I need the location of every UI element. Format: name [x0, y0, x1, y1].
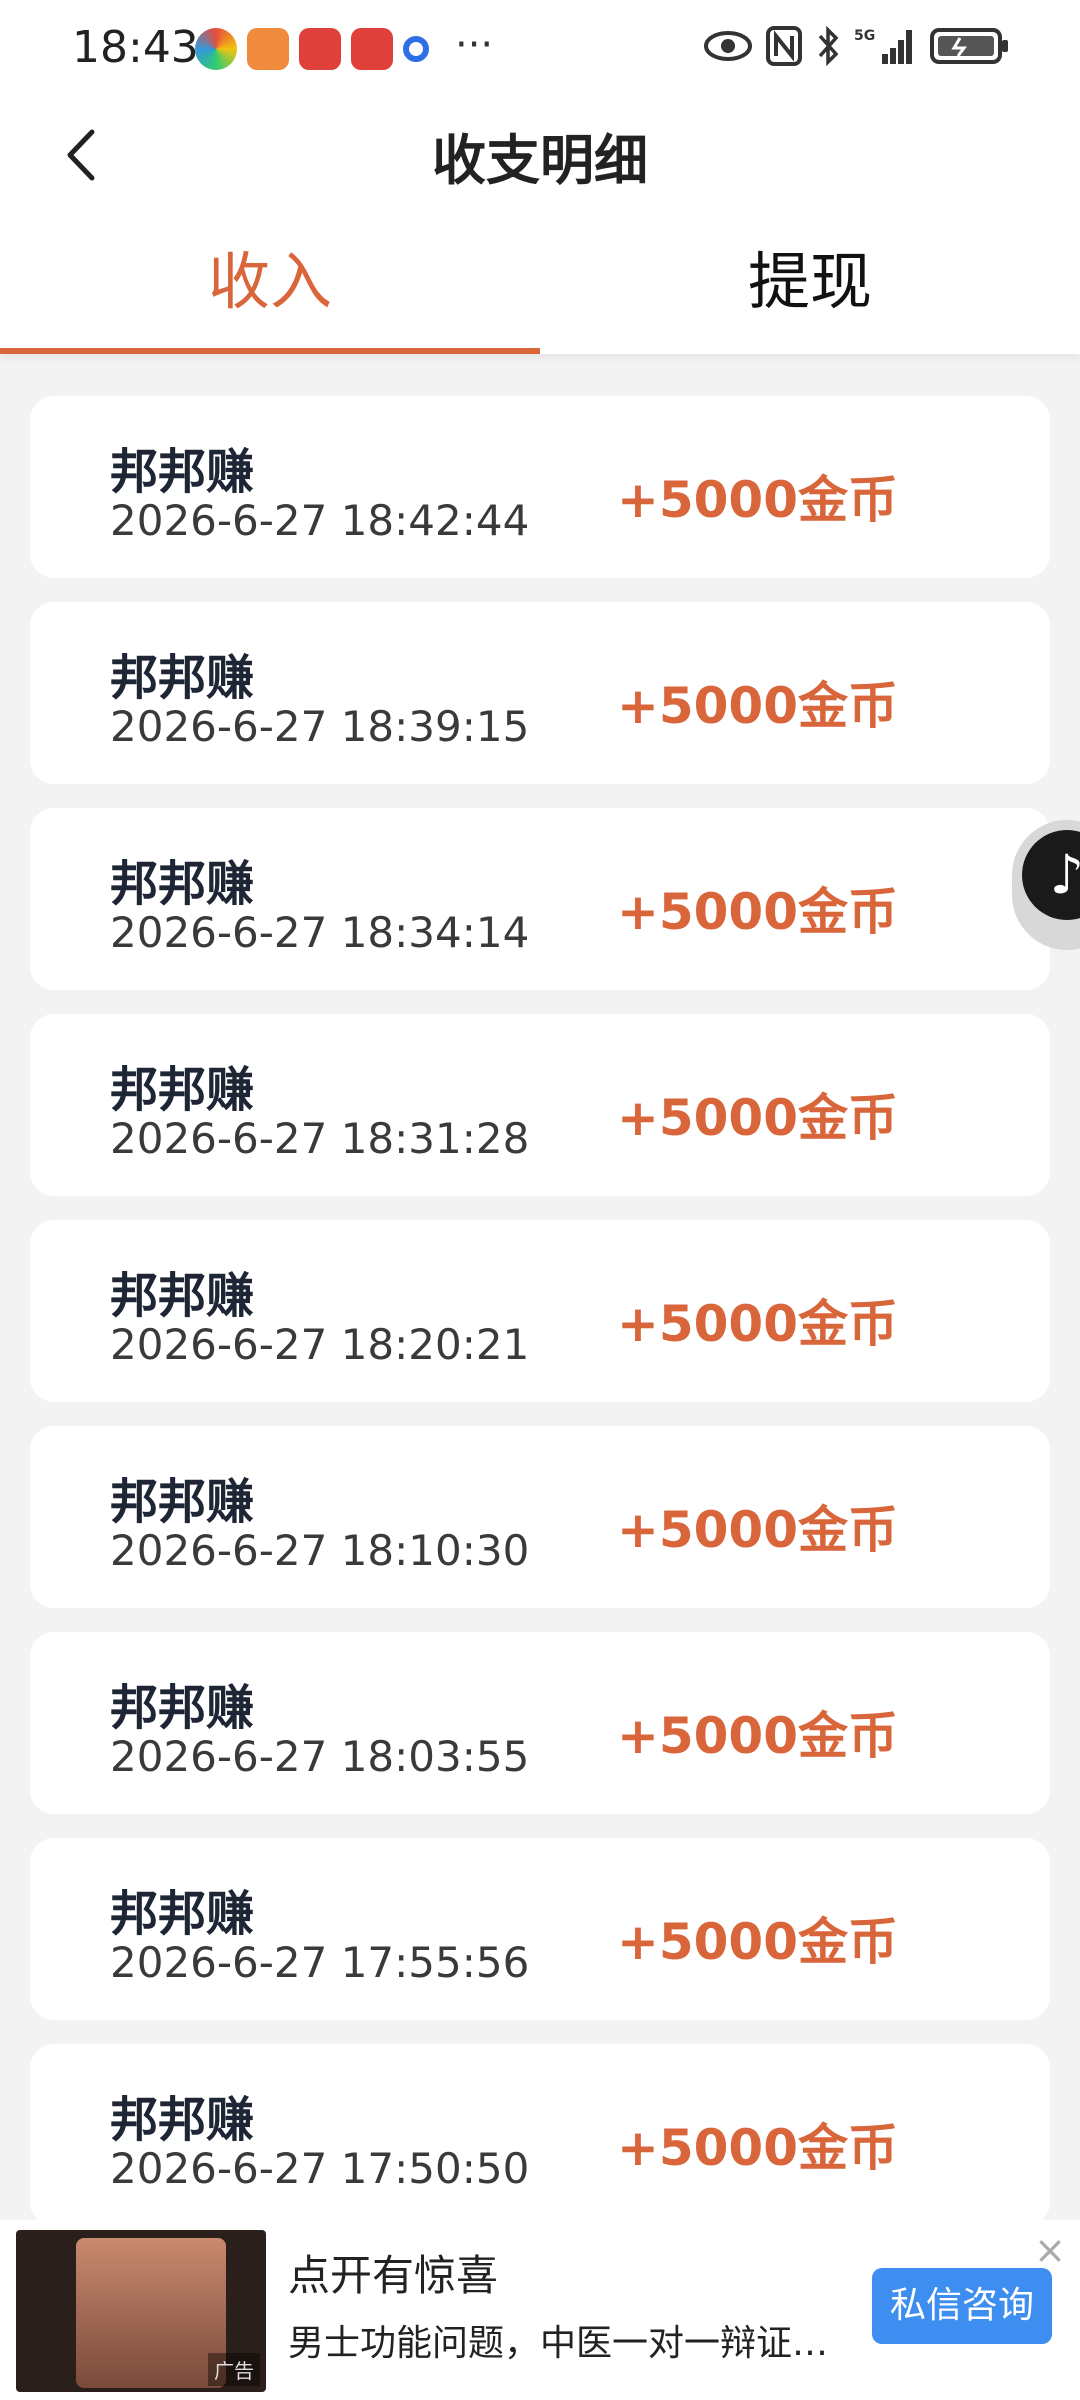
record-source: 邦邦赚 [110, 1268, 255, 1324]
record-amount: +5000金币 [616, 677, 898, 735]
record-time: 2026-6-27 18:20:21 [110, 1320, 530, 1369]
record-card: 邦邦赚 2026-6-27 18:31:28 +5000金币 [30, 1014, 1050, 1196]
record-card: 邦邦赚 2026-6-27 18:20:21 +5000金币 [30, 1220, 1050, 1402]
record-source: 邦邦赚 [110, 856, 255, 912]
record-amount: +5000金币 [616, 1707, 898, 1765]
app-pig-icon-2 [351, 28, 393, 70]
record-card: 邦邦赚 2026-6-27 18:39:15 +5000金币 [30, 602, 1050, 784]
status-time: 18:43 [72, 22, 199, 73]
record-time: 2026-6-27 17:55:56 [110, 1938, 530, 1987]
record-time: 2026-6-27 18:34:14 [110, 908, 530, 957]
eye-icon [704, 31, 752, 61]
record-amount: +5000金币 [616, 1295, 898, 1353]
ad-person-image [76, 2238, 226, 2388]
record-source: 邦邦赚 [110, 444, 255, 500]
record-time: 2026-6-27 18:10:30 [110, 1526, 530, 1575]
record-card: 邦邦赚 2026-6-27 17:50:50 +5000金币 [30, 2044, 1050, 2226]
music-note-icon: ♪ [1022, 830, 1080, 920]
app-circle-icon [403, 36, 429, 62]
record-time: 2026-6-27 18:39:15 [110, 702, 530, 751]
record-amount: +5000金币 [616, 1089, 898, 1147]
record-time: 2026-6-27 17:50:50 [110, 2144, 530, 2193]
record-amount: +5000金币 [616, 1913, 898, 1971]
record-source: 邦邦赚 [110, 2092, 255, 2148]
tab-withdraw[interactable]: 提现 [540, 210, 1080, 354]
record-source: 邦邦赚 [110, 1886, 255, 1942]
record-source: 邦邦赚 [110, 1474, 255, 1530]
record-time: 2026-6-27 18:42:44 [110, 496, 530, 545]
ad-banner[interactable]: 广告 点开有惊喜 男士功能问题，中医一对一辩证用... 私信咨询 × [0, 2220, 1080, 2400]
record-amount: +5000金币 [616, 471, 898, 529]
nfc-icon [766, 26, 802, 66]
app-pig-icon [299, 28, 341, 70]
battery-icon [930, 28, 1008, 64]
page-title: 收支明细 [432, 129, 648, 192]
record-card: 邦邦赚 2026-6-27 18:10:30 +5000金币 [30, 1426, 1050, 1608]
record-card: 邦邦赚 2026-6-27 18:34:14 +5000金币 [30, 808, 1050, 990]
close-icon[interactable]: × [1030, 2230, 1070, 2270]
record-card: 邦邦赚 2026-6-27 18:42:44 +5000金币 [30, 396, 1050, 578]
record-amount: +5000金币 [616, 883, 898, 941]
ad-title: 点开有惊喜 [288, 2251, 499, 2300]
bluetooth-icon [818, 26, 839, 66]
app-pinwheel-icon [195, 28, 237, 70]
status-system-icons: 5G [704, 26, 1010, 66]
tab-income[interactable]: 收入 [0, 210, 540, 354]
record-amount: +5000金币 [616, 1501, 898, 1559]
app-heart-icon [247, 28, 289, 70]
more-notifications-icon: ··· [455, 22, 494, 68]
signal-icon: 5G [854, 28, 912, 64]
ad-description: 男士功能问题，中医一对一辩证用... [288, 2323, 848, 2364]
records-list: 邦邦赚 2026-6-27 18:42:44 +5000金币 邦邦赚 2026-… [30, 396, 1050, 2250]
record-card: 邦邦赚 2026-6-27 17:55:56 +5000金币 [30, 1838, 1050, 2020]
svg-text:5G: 5G [854, 28, 875, 44]
record-source: 邦邦赚 [110, 650, 255, 706]
ad-thumbnail[interactable]: 广告 [16, 2230, 266, 2392]
record-source: 邦邦赚 [110, 1680, 255, 1736]
record-card: 邦邦赚 2026-6-27 18:03:55 +5000金币 [30, 1632, 1050, 1814]
record-amount: +5000金币 [616, 2119, 898, 2177]
status-app-icons [195, 28, 429, 70]
record-time: 2026-6-27 18:03:55 [110, 1732, 530, 1781]
record-time: 2026-6-27 18:31:28 [110, 1114, 530, 1163]
tab-bar: 收入 提现 [0, 210, 1080, 354]
ad-consult-button[interactable]: 私信咨询 [872, 2268, 1052, 2344]
ad-badge: 广告 [208, 2353, 260, 2386]
record-source: 邦邦赚 [110, 1062, 255, 1118]
status-bar: 18:43 ··· 5G [0, 0, 1080, 100]
nav-bar: 收支明细 [0, 100, 1080, 210]
